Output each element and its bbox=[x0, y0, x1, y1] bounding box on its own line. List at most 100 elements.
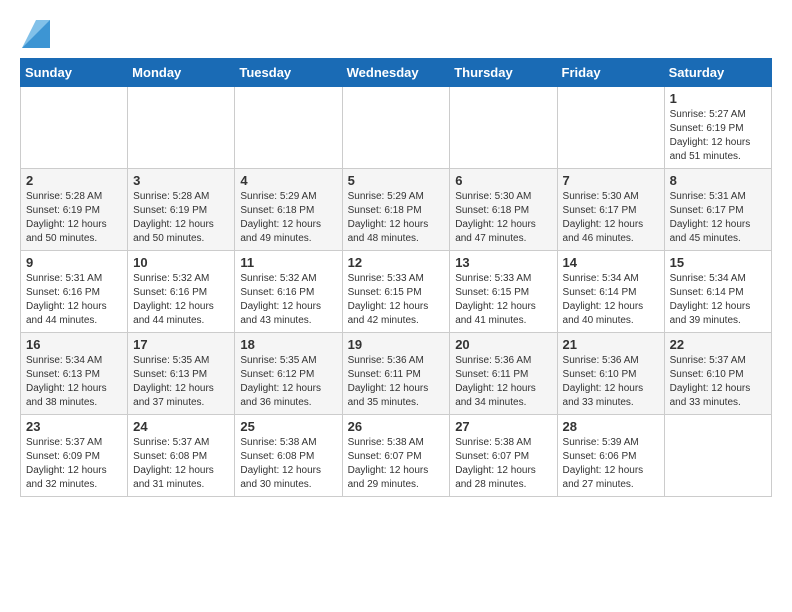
day-number: 27 bbox=[455, 419, 551, 434]
calendar-cell: 6 Sunrise: 5:30 AM Sunset: 6:18 PM Daylig… bbox=[450, 169, 557, 251]
logo-icon bbox=[22, 20, 50, 48]
calendar-week-row: 9 Sunrise: 5:31 AM Sunset: 6:16 PM Daylig… bbox=[21, 251, 772, 333]
calendar-cell: 28 Sunrise: 5:39 AM Sunset: 6:06 PM Dayli… bbox=[557, 415, 664, 497]
day-info: Sunrise: 5:37 AM Sunset: 6:08 PM Dayligh… bbox=[133, 436, 229, 492]
day-info: Sunrise: 5:35 AM Sunset: 6:13 PM Dayligh… bbox=[133, 354, 229, 410]
calendar-cell: 11 Sunrise: 5:32 AM Sunset: 6:16 PM Dayli… bbox=[235, 251, 342, 333]
day-info: Sunrise: 5:30 AM Sunset: 6:18 PM Dayligh… bbox=[455, 190, 551, 246]
day-info: Sunrise: 5:31 AM Sunset: 6:16 PM Dayligh… bbox=[26, 272, 122, 328]
day-number: 26 bbox=[348, 419, 445, 434]
calendar-week-row: 23 Sunrise: 5:37 AM Sunset: 6:09 PM Dayli… bbox=[21, 415, 772, 497]
calendar-cell: 13 Sunrise: 5:33 AM Sunset: 6:15 PM Dayli… bbox=[450, 251, 557, 333]
day-info: Sunrise: 5:36 AM Sunset: 6:11 PM Dayligh… bbox=[348, 354, 445, 410]
day-number: 7 bbox=[563, 173, 659, 188]
day-info: Sunrise: 5:32 AM Sunset: 6:16 PM Dayligh… bbox=[240, 272, 336, 328]
calendar-cell: 14 Sunrise: 5:34 AM Sunset: 6:14 PM Dayli… bbox=[557, 251, 664, 333]
day-info: Sunrise: 5:36 AM Sunset: 6:10 PM Dayligh… bbox=[563, 354, 659, 410]
day-number: 14 bbox=[563, 255, 659, 270]
calendar-cell: 21Sunrise: 5:36 AM Sunset: 6:10 PM Dayli… bbox=[557, 333, 664, 415]
day-info: Sunrise: 5:37 AM Sunset: 6:10 PM Dayligh… bbox=[670, 354, 766, 410]
day-info: Sunrise: 5:30 AM Sunset: 6:17 PM Dayligh… bbox=[563, 190, 659, 246]
calendar-cell: 5 Sunrise: 5:29 AM Sunset: 6:18 PM Daylig… bbox=[342, 169, 450, 251]
calendar-cell: 10 Sunrise: 5:32 AM Sunset: 6:16 PM Dayli… bbox=[128, 251, 235, 333]
calendar-cell: 25Sunrise: 5:38 AM Sunset: 6:08 PM Dayli… bbox=[235, 415, 342, 497]
day-info: Sunrise: 5:31 AM Sunset: 6:17 PM Dayligh… bbox=[670, 190, 766, 246]
day-info: Sunrise: 5:29 AM Sunset: 6:18 PM Dayligh… bbox=[240, 190, 336, 246]
calendar-cell bbox=[664, 415, 771, 497]
day-info: Sunrise: 5:38 AM Sunset: 6:07 PM Dayligh… bbox=[348, 436, 445, 492]
day-number: 16 bbox=[26, 337, 122, 352]
day-info: Sunrise: 5:32 AM Sunset: 6:16 PM Dayligh… bbox=[133, 272, 229, 328]
day-number: 1 bbox=[670, 91, 766, 106]
calendar-cell bbox=[557, 87, 664, 169]
day-number: 9 bbox=[26, 255, 122, 270]
calendar-cell: 12 Sunrise: 5:33 AM Sunset: 6:15 PM Dayli… bbox=[342, 251, 450, 333]
day-number: 20 bbox=[455, 337, 551, 352]
day-number: 2 bbox=[26, 173, 122, 188]
calendar-cell: 22 Sunrise: 5:37 AM Sunset: 6:10 PM Dayli… bbox=[664, 333, 771, 415]
calendar-cell: 3 Sunrise: 5:28 AM Sunset: 6:19 PM Daylig… bbox=[128, 169, 235, 251]
calendar-cell: 18 Sunrise: 5:35 AM Sunset: 6:12 PM Dayli… bbox=[235, 333, 342, 415]
calendar-cell bbox=[21, 87, 128, 169]
calendar-cell: 8 Sunrise: 5:31 AM Sunset: 6:17 PM Daylig… bbox=[664, 169, 771, 251]
calendar-cell: 16 Sunrise: 5:34 AM Sunset: 6:13 PM Dayli… bbox=[21, 333, 128, 415]
calendar-table: SundayMondayTuesdayWednesdayThursdayFrid… bbox=[20, 58, 772, 497]
day-number: 19 bbox=[348, 337, 445, 352]
calendar-cell: 23 Sunrise: 5:37 AM Sunset: 6:09 PM Dayli… bbox=[21, 415, 128, 497]
day-number: 8 bbox=[670, 173, 766, 188]
calendar-cell: 7 Sunrise: 5:30 AM Sunset: 6:17 PM Daylig… bbox=[557, 169, 664, 251]
day-number: 17 bbox=[133, 337, 229, 352]
day-number: 28 bbox=[563, 419, 659, 434]
calendar-week-row: 16 Sunrise: 5:34 AM Sunset: 6:13 PM Dayli… bbox=[21, 333, 772, 415]
calendar-cell: 24 Sunrise: 5:37 AM Sunset: 6:08 PM Dayli… bbox=[128, 415, 235, 497]
day-number: 24 bbox=[133, 419, 229, 434]
day-number: 15 bbox=[670, 255, 766, 270]
calendar-week-row: 1 Sunrise: 5:27 AM Sunset: 6:19 PM Daylig… bbox=[21, 87, 772, 169]
calendar-header-row: SundayMondayTuesdayWednesdayThursdayFrid… bbox=[21, 59, 772, 87]
day-info: Sunrise: 5:36 AM Sunset: 6:11 PM Dayligh… bbox=[455, 354, 551, 410]
day-info: Sunrise: 5:34 AM Sunset: 6:13 PM Dayligh… bbox=[26, 354, 122, 410]
day-number: 10 bbox=[133, 255, 229, 270]
day-number: 3 bbox=[133, 173, 229, 188]
day-info: Sunrise: 5:34 AM Sunset: 6:14 PM Dayligh… bbox=[670, 272, 766, 328]
day-info: Sunrise: 5:33 AM Sunset: 6:15 PM Dayligh… bbox=[455, 272, 551, 328]
calendar-cell: 19 Sunrise: 5:36 AM Sunset: 6:11 PM Dayli… bbox=[342, 333, 450, 415]
day-number: 11 bbox=[240, 255, 336, 270]
calendar-header-thursday: Thursday bbox=[450, 59, 557, 87]
day-info: Sunrise: 5:27 AM Sunset: 6:19 PM Dayligh… bbox=[670, 108, 766, 164]
calendar-header-monday: Monday bbox=[128, 59, 235, 87]
calendar-header-saturday: Saturday bbox=[664, 59, 771, 87]
page-header bbox=[20, 20, 772, 48]
day-number: 23 bbox=[26, 419, 122, 434]
logo bbox=[20, 20, 50, 48]
day-number: 13 bbox=[455, 255, 551, 270]
calendar-cell: 1 Sunrise: 5:27 AM Sunset: 6:19 PM Daylig… bbox=[664, 87, 771, 169]
calendar-header-wednesday: Wednesday bbox=[342, 59, 450, 87]
day-info: Sunrise: 5:39 AM Sunset: 6:06 PM Dayligh… bbox=[563, 436, 659, 492]
calendar-cell bbox=[342, 87, 450, 169]
calendar-week-row: 2 Sunrise: 5:28 AM Sunset: 6:19 PM Daylig… bbox=[21, 169, 772, 251]
day-info: Sunrise: 5:34 AM Sunset: 6:14 PM Dayligh… bbox=[563, 272, 659, 328]
day-number: 22 bbox=[670, 337, 766, 352]
day-number: 6 bbox=[455, 173, 551, 188]
calendar-cell bbox=[450, 87, 557, 169]
day-number: 5 bbox=[348, 173, 445, 188]
calendar-cell: 20 Sunrise: 5:36 AM Sunset: 6:11 PM Dayli… bbox=[450, 333, 557, 415]
calendar-cell: 15 Sunrise: 5:34 AM Sunset: 6:14 PM Dayli… bbox=[664, 251, 771, 333]
day-info: Sunrise: 5:35 AM Sunset: 6:12 PM Dayligh… bbox=[240, 354, 336, 410]
day-number: 18 bbox=[240, 337, 336, 352]
day-info: Sunrise: 5:28 AM Sunset: 6:19 PM Dayligh… bbox=[133, 190, 229, 246]
calendar-cell: 9 Sunrise: 5:31 AM Sunset: 6:16 PM Daylig… bbox=[21, 251, 128, 333]
day-info: Sunrise: 5:37 AM Sunset: 6:09 PM Dayligh… bbox=[26, 436, 122, 492]
day-info: Sunrise: 5:29 AM Sunset: 6:18 PM Dayligh… bbox=[348, 190, 445, 246]
calendar-cell bbox=[128, 87, 235, 169]
day-number: 4 bbox=[240, 173, 336, 188]
calendar-cell bbox=[235, 87, 342, 169]
calendar-cell: 26 Sunrise: 5:38 AM Sunset: 6:07 PM Dayli… bbox=[342, 415, 450, 497]
calendar-header-tuesday: Tuesday bbox=[235, 59, 342, 87]
day-info: Sunrise: 5:38 AM Sunset: 6:07 PM Dayligh… bbox=[455, 436, 551, 492]
day-info: Sunrise: 5:33 AM Sunset: 6:15 PM Dayligh… bbox=[348, 272, 445, 328]
calendar-cell: 2Sunrise: 5:28 AM Sunset: 6:19 PM Daylig… bbox=[21, 169, 128, 251]
day-number: 12 bbox=[348, 255, 445, 270]
day-number: 25 bbox=[240, 419, 336, 434]
